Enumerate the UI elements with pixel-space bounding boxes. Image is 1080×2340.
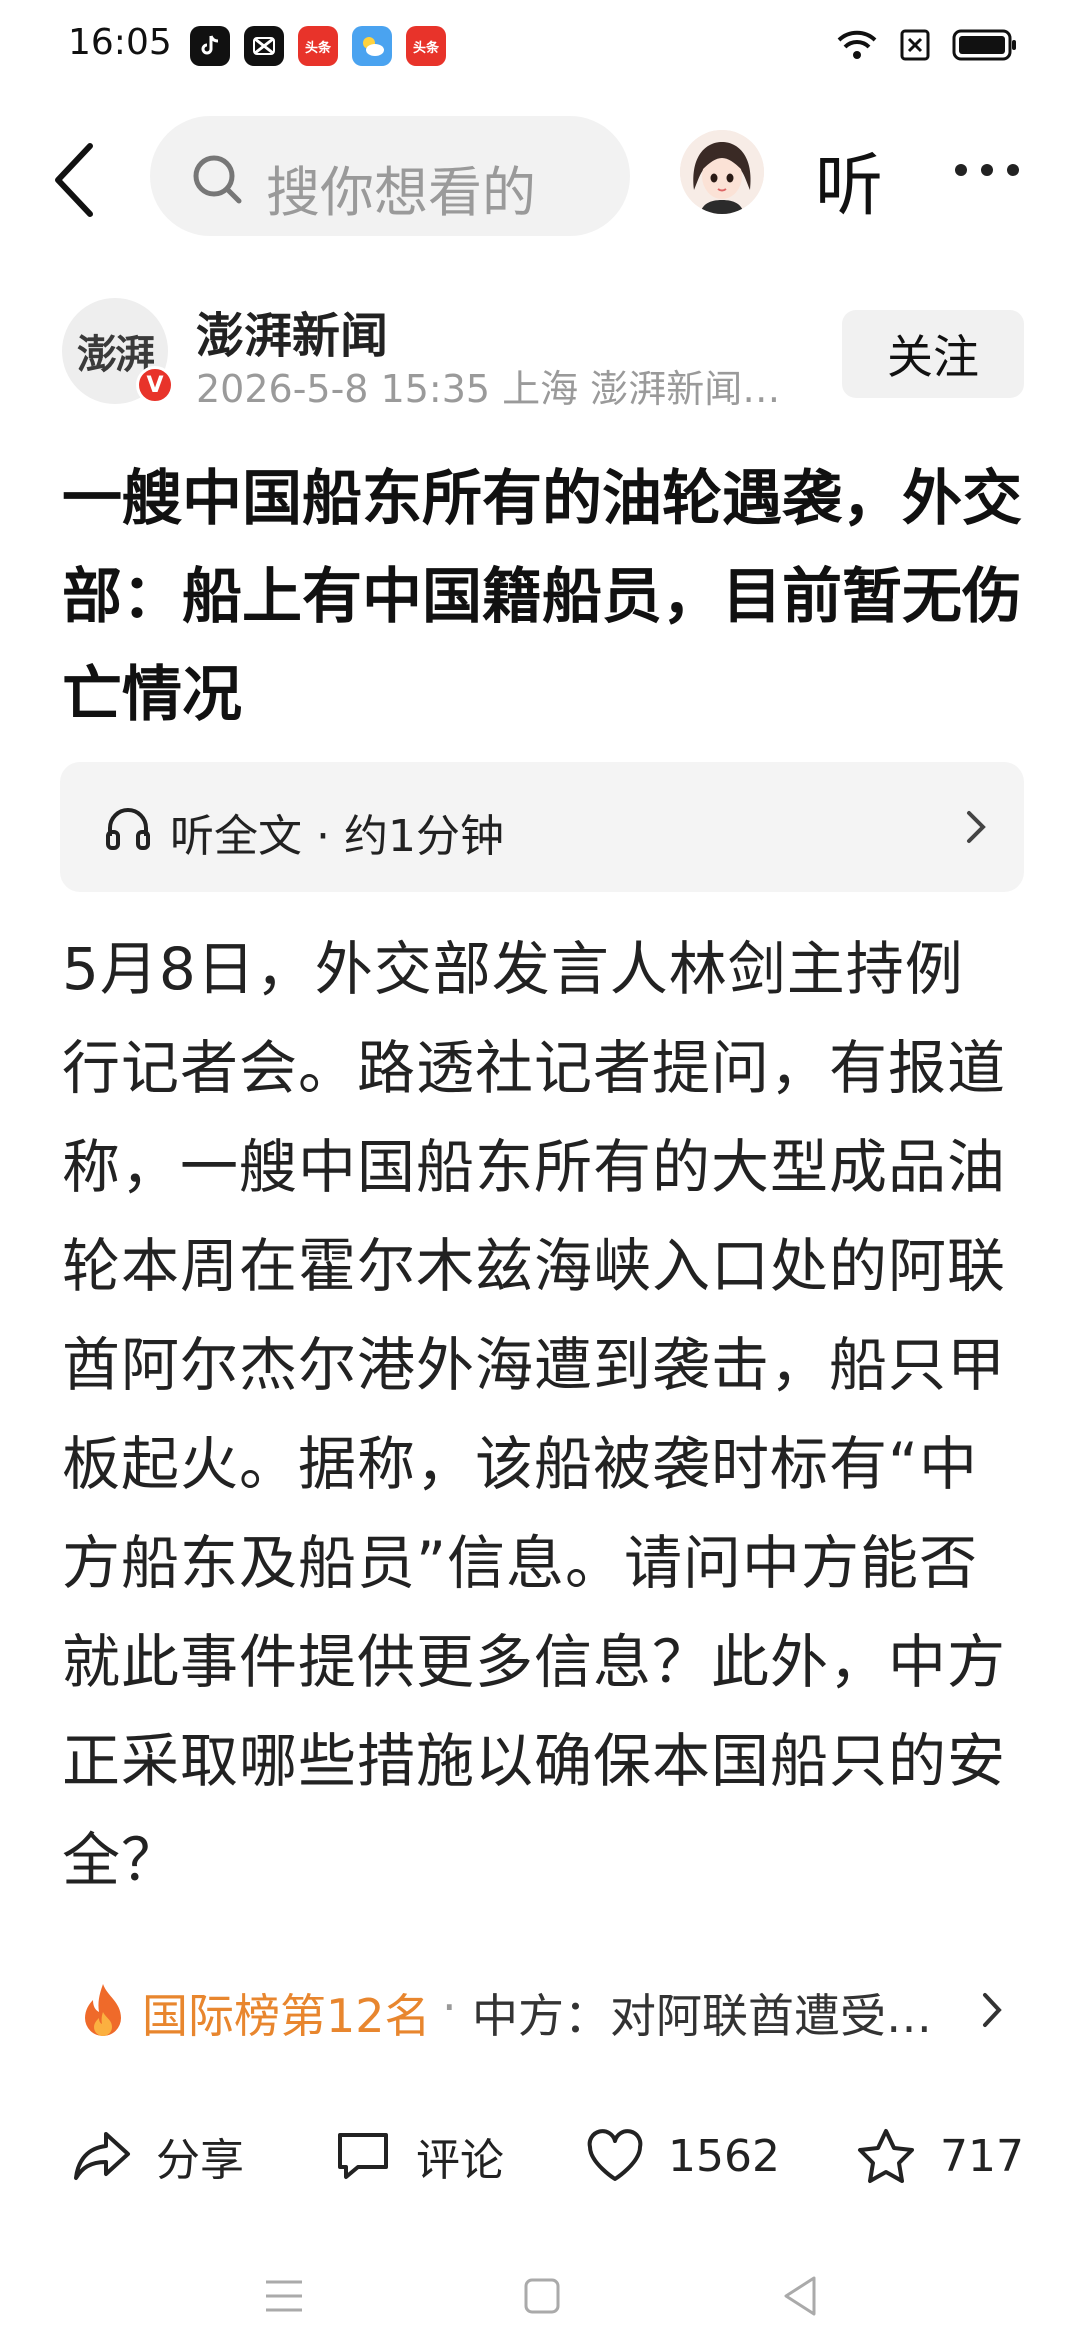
battery-icon bbox=[952, 29, 1016, 61]
no-sim-icon bbox=[900, 29, 930, 61]
listen-button[interactable]: 听 bbox=[815, 130, 883, 229]
chevron-right-icon bbox=[983, 1993, 1002, 2027]
share-button[interactable]: 分享 bbox=[72, 2116, 244, 2196]
favorite-count: 717 bbox=[940, 2130, 1024, 2182]
hot-separator: · bbox=[442, 1980, 457, 2034]
action-bar: 分享 评论 1562 717 bbox=[0, 2100, 1080, 2210]
avatar[interactable] bbox=[680, 130, 764, 214]
headphone-icon bbox=[106, 808, 150, 850]
flame-icon bbox=[85, 1984, 121, 2036]
chevron-left-icon bbox=[55, 143, 93, 217]
more-dot-icon bbox=[955, 164, 967, 176]
star-icon bbox=[858, 2129, 914, 2183]
toutiao-lite-icon: 头条 bbox=[406, 26, 446, 66]
status-time: 16:05 bbox=[68, 22, 172, 63]
home-square-icon[interactable] bbox=[522, 2276, 562, 2316]
system-nav-bar bbox=[0, 2250, 1080, 2340]
wifi-icon bbox=[837, 30, 877, 59]
hot-rank-label: 国际榜第12名 bbox=[142, 1989, 431, 2043]
heart-icon bbox=[587, 2129, 643, 2181]
listen-card-label: 听全文 · 约1分钟 bbox=[170, 811, 504, 862]
article-page: 16:05 头条 头条 搜你想看的 听 澎湃 V 澎湃新闻 2026-5-8 1… bbox=[0, 0, 1080, 2340]
back-button[interactable] bbox=[50, 140, 110, 220]
status-app-icons: 头条 头条 bbox=[190, 26, 446, 66]
follow-button[interactable]: 关注 bbox=[842, 310, 1024, 398]
top-nav: 搜你想看的 听 bbox=[0, 110, 1080, 240]
more-dot-icon bbox=[1007, 164, 1019, 176]
menu-icon[interactable] bbox=[262, 2276, 306, 2316]
verified-badge-icon: V bbox=[136, 366, 174, 404]
tiktok-icon bbox=[190, 26, 230, 66]
favorite-button[interactable]: 717 bbox=[856, 2116, 1024, 2196]
like-count: 1562 bbox=[668, 2130, 780, 2182]
weather-icon bbox=[352, 26, 392, 66]
author-meta: 2026-5-8 15:35 上海 澎湃新闻… bbox=[196, 367, 781, 411]
article-body: 5月8日，外交部发言人林剑主持例行记者会。路透社记者提问，有报道称，一艘中国船东… bbox=[62, 935, 1007, 1894]
hot-title: 中方：对阿联酋遭受… bbox=[472, 1989, 932, 2043]
article-headline: 一艘中国船东所有的油轮遇袭，外交部：船上有中国籍船员，目前暂无伤亡情况 bbox=[62, 464, 1022, 730]
search-icon bbox=[193, 155, 242, 204]
more-dot-icon bbox=[981, 164, 993, 176]
more-options-button[interactable] bbox=[955, 164, 1019, 176]
back-triangle-icon[interactable] bbox=[780, 2274, 820, 2318]
comment-icon bbox=[338, 2133, 388, 2179]
share-label: 分享 bbox=[156, 2135, 244, 2186]
status-bar: 16:05 头条 头条 bbox=[0, 0, 1080, 96]
author-name[interactable]: 澎湃新闻 bbox=[196, 296, 388, 366]
chevron-right-icon bbox=[967, 811, 986, 843]
like-button[interactable]: 1562 bbox=[586, 2116, 780, 2196]
share-icon bbox=[74, 2132, 130, 2180]
status-indicators bbox=[836, 28, 1018, 62]
comment-button[interactable]: 评论 bbox=[334, 2116, 504, 2196]
hot-rank-bar[interactable]: 国际榜第12名 · 中方：对阿联酋遭受… bbox=[62, 1966, 1022, 2056]
comment-label: 评论 bbox=[416, 2135, 504, 2186]
search-placeholder: 搜你想看的 bbox=[266, 161, 536, 224]
listen-full-text-card[interactable]: 听全文 · 约1分钟 bbox=[60, 762, 1024, 892]
capcut-icon bbox=[244, 26, 284, 66]
search-input[interactable]: 搜你想看的 bbox=[150, 116, 630, 236]
toutiao-icon: 头条 bbox=[298, 26, 338, 66]
author-logo[interactable]: 澎湃 V bbox=[62, 298, 174, 404]
